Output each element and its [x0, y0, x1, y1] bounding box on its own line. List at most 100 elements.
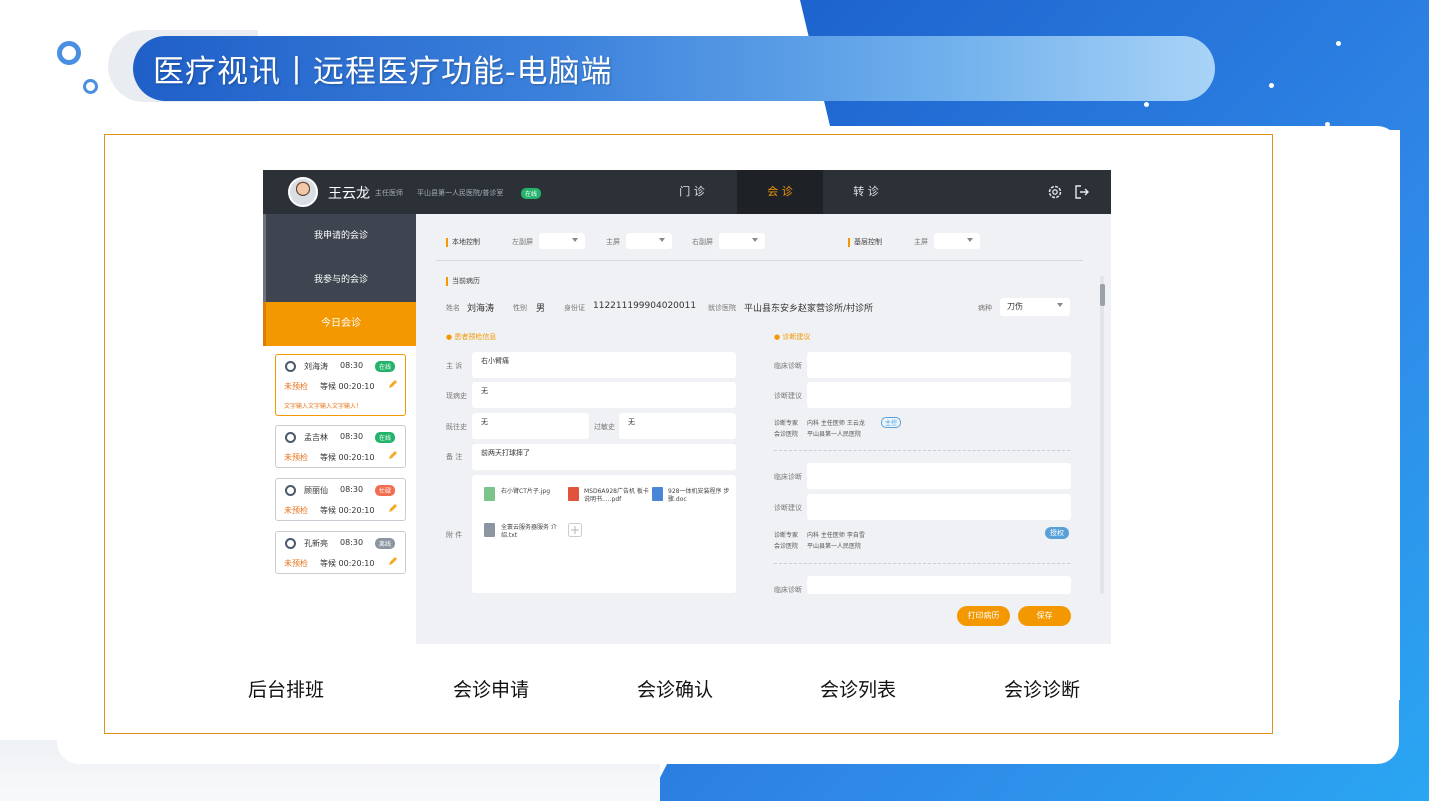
wait-time: 等候 00:20:10	[320, 559, 375, 568]
base-control-label: 基层控制	[848, 237, 882, 247]
tab-today-consultations[interactable]: 今日会诊	[263, 302, 416, 346]
complaint-label: 主 诉	[446, 362, 463, 370]
id-value: 112211199904020011	[593, 301, 697, 311]
complaint-field[interactable]: 右小臂痛	[472, 352, 736, 378]
patient-name: 顾丽仙	[304, 486, 328, 495]
patient-status-badge: 在线	[375, 432, 396, 443]
decor-dot	[1269, 83, 1274, 88]
expert-label: 诊断专家	[774, 420, 799, 427]
caption-diagnosis: 会诊诊断	[1004, 679, 1081, 701]
nav-outpatient[interactable]: 门 诊	[649, 170, 735, 214]
precheck-status: 未预检	[284, 453, 308, 462]
pencil-icon[interactable]	[388, 450, 398, 460]
caption-application: 会诊申请	[453, 679, 530, 701]
id-label: 身份证	[564, 304, 585, 312]
print-record-button[interactable]: 打印病历	[957, 606, 1010, 626]
caption-scheduling: 后台排班	[248, 679, 325, 701]
gear-icon[interactable]	[1047, 184, 1063, 200]
sidebar: 我申请的会诊 我参与的会诊 今日会诊 刘海涛 08:30 在线 未预检 等候 0…	[263, 214, 416, 644]
attachment-area[interactable]: 右小臂CT片子.jpg MSD6A928广告机 板卡说明书.....pdf 92…	[472, 475, 736, 593]
dashed-divider	[774, 563, 1070, 564]
present-history-field[interactable]: 无	[472, 382, 736, 408]
clinical-diagnosis-field[interactable]	[807, 576, 1071, 594]
main-screen-select[interactable]	[626, 233, 672, 249]
webcam-icon	[285, 432, 296, 443]
save-button[interactable]: 保存	[1018, 606, 1071, 626]
clinical-diagnosis-field[interactable]	[807, 352, 1071, 378]
user-avatar[interactable]	[288, 177, 318, 207]
logout-icon[interactable]	[1074, 184, 1090, 200]
precheck-status: 未预检	[284, 559, 308, 568]
user-name: 王云龙	[328, 186, 370, 202]
webcam-icon	[285, 485, 296, 496]
pencil-icon[interactable]	[388, 503, 398, 513]
diagnosis-title: ● 诊断建议	[774, 333, 811, 341]
past-history-field[interactable]: 无	[472, 413, 589, 439]
diagnosis-advice-field[interactable]	[807, 494, 1071, 520]
patient-status-badge: 在线	[375, 361, 396, 372]
pdf-file-icon	[568, 487, 579, 501]
pencil-icon[interactable]	[388, 556, 398, 566]
disease-select[interactable]: 刀伤	[1000, 298, 1070, 316]
base-main-select[interactable]	[934, 233, 980, 249]
caption-list: 会诊列表	[820, 679, 897, 701]
diagnosis-advice-label: 诊断建议	[774, 504, 802, 512]
clinical-diagnosis-field[interactable]	[807, 463, 1071, 489]
divider	[436, 260, 1083, 261]
telemedicine-app: 王云龙 主任医师 平山县第一人民医院/普诊室 在线 门 诊 会 诊 转 诊 我申…	[263, 170, 1111, 644]
decor-dot	[1144, 102, 1149, 107]
scrollbar-track[interactable]	[1100, 276, 1104, 594]
patient-name: 孔新亮	[304, 539, 328, 548]
patient-card[interactable]: 孟吉林 08:30 在线 未预检 等候 00:20:10	[275, 425, 406, 468]
dashed-divider	[774, 450, 1070, 451]
nav-referral[interactable]: 转 诊	[823, 170, 909, 214]
hospital-value: 平山县第一人民医院	[807, 543, 862, 550]
tab-my-applications[interactable]: 我申请的会诊	[263, 214, 416, 258]
authorize-button[interactable]: 授权	[1045, 527, 1069, 539]
pencil-icon[interactable]	[388, 379, 398, 389]
past-history-label: 既往史	[446, 423, 467, 431]
patient-status-badge: 离线	[375, 538, 396, 549]
tab-my-participations[interactable]: 我参与的会诊	[263, 258, 416, 302]
image-file-icon	[484, 487, 495, 501]
expert-value: 内科 主任医师 王云龙	[807, 420, 865, 427]
base-main-label: 主屏	[914, 238, 928, 246]
patient-card[interactable]: 刘海涛 08:30 在线 未预检 等候 00:20:10 文字输入文字输入文字输…	[275, 354, 406, 416]
right-screen-select[interactable]	[719, 233, 765, 249]
diagnosis-advice-field[interactable]	[807, 382, 1071, 408]
patient-card[interactable]: 孔新亮 08:30 离线 未预检 等候 00:20:10	[275, 531, 406, 574]
allergy-field[interactable]: 无	[619, 413, 736, 439]
scrollbar-thumb[interactable]	[1100, 284, 1105, 306]
top-bar: 王云龙 主任医师 平山县第一人民医院/普诊室 在线 门 诊 会 诊 转 诊	[263, 170, 1111, 214]
clinical-diagnosis-label: 临床诊断	[774, 473, 802, 481]
add-attachment-icon[interactable]	[568, 523, 582, 537]
patient-time: 08:30	[340, 432, 364, 441]
patient-card[interactable]: 顾丽仙 08:30 忙碌 未预检 等候 00:20:10	[275, 478, 406, 521]
decor-dot	[1336, 41, 1341, 46]
gender-label: 性别	[513, 304, 527, 312]
precheck-status: 未预检	[284, 382, 308, 391]
precheck-status: 未预检	[284, 506, 308, 515]
caption-confirmation: 会诊确认	[637, 679, 714, 701]
hospital-label: 会诊医院	[774, 543, 799, 550]
patient-time: 08:30	[340, 361, 364, 370]
local-control-label: 本地控制	[446, 237, 480, 247]
remark-field[interactable]: 前两天打球摔了	[472, 444, 736, 470]
patient-status-badge: 忙碌	[375, 485, 396, 496]
attachment-file[interactable]: 全寰云服务器服务 介绍.txt	[501, 524, 571, 540]
name-label: 姓名	[446, 304, 460, 312]
expert-label: 诊断专家	[774, 532, 799, 539]
left-screen-select[interactable]	[539, 233, 585, 249]
attachment-file[interactable]: 右小臂CT片子.jpg	[501, 488, 571, 496]
attachment-file[interactable]: 928一体机安装程序 步骤.doc	[668, 488, 738, 504]
attachment-file[interactable]: MSD6A928广告机 板卡说明书.....pdf	[584, 488, 654, 504]
clinical-diagnosis-label: 临床诊断	[774, 362, 802, 370]
main-panel: 本地控制 左副屏 主屏 右副屏 基层控制 主屏 当前病历 姓名 刘海涛 性别 男…	[416, 214, 1111, 644]
attachment-label: 附 件	[446, 531, 463, 539]
nav-consultation[interactable]: 会 诊	[737, 170, 823, 214]
decor-ring-large	[57, 41, 81, 65]
patient-name-value: 刘海涛	[467, 304, 495, 314]
decor-ring-small	[83, 79, 98, 94]
wait-time: 等候 00:20:10	[320, 453, 375, 462]
patient-time: 08:30	[340, 485, 364, 494]
